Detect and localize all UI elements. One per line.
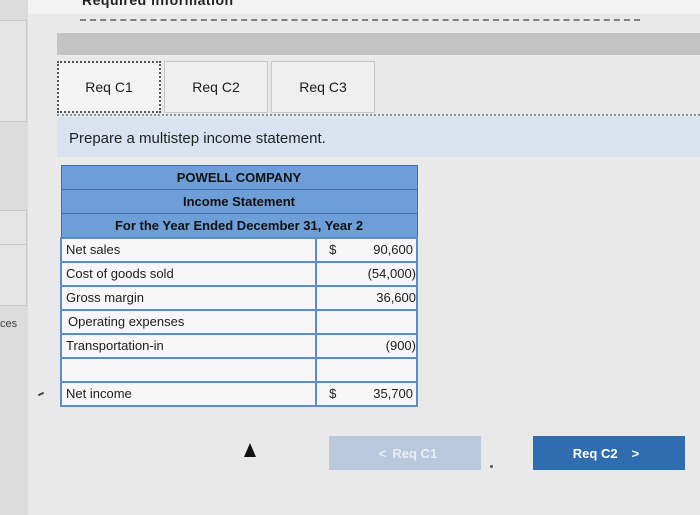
row-label-input[interactable]: Gross margin [59, 284, 318, 311]
prev-req-button[interactable]: < Req C1 [329, 436, 481, 470]
header-divider [80, 19, 640, 21]
row-amount-input[interactable]: (900) [315, 332, 418, 359]
row-amount-input[interactable]: $35,700 [315, 380, 418, 407]
top-strip: Required information [0, 0, 700, 14]
prev-req-label: Req C1 [392, 445, 438, 461]
rail-panel[interactable] [0, 244, 27, 306]
header-title: Required information [82, 0, 234, 8]
chevron-right-icon: > [631, 445, 640, 461]
row-amount-input[interactable] [315, 356, 418, 383]
table-row: Gross margin 36,600 [59, 284, 418, 311]
gray-band [57, 33, 700, 55]
row-label-input[interactable] [59, 356, 318, 383]
left-rail: 4 ces [0, 0, 28, 515]
table-row [59, 356, 418, 383]
row-label-input[interactable]: Operating expenses [59, 308, 318, 335]
tab-req-c3[interactable]: Req C3 [271, 61, 375, 113]
currency-symbol: $ [329, 242, 337, 257]
row-amount-input[interactable] [315, 308, 418, 335]
rail-panel[interactable] [0, 210, 27, 246]
row-label-input[interactable]: Transportation-in [59, 332, 318, 359]
row-amount-input[interactable]: $90,600 [315, 236, 418, 263]
next-req-button[interactable]: Req C2 > [533, 436, 685, 470]
row-label-input[interactable]: Net income [59, 380, 318, 407]
table-row: Operating expenses [59, 308, 418, 335]
tab-bar: Req C1 Req C2 Req C3 [57, 61, 700, 116]
table-row: Cost of goods sold (54,000) [59, 260, 418, 287]
table-row: Net sales $90,600 [59, 236, 418, 263]
row-label-input[interactable]: Cost of goods sold [59, 260, 318, 287]
row-amount-input[interactable]: (54,000) [315, 260, 418, 287]
amount-value: 90,600 [373, 242, 413, 257]
rail-panel[interactable] [0, 20, 27, 122]
amount-value: 35,700 [373, 386, 413, 401]
income-statement-table: POWELL COMPANY Income Statement For the … [59, 165, 418, 407]
tab-underline [57, 114, 700, 116]
rail-label: ces [0, 318, 18, 330]
row-amount-input[interactable]: 36,600 [315, 284, 418, 311]
row-label-input[interactable]: Net sales [59, 236, 318, 263]
table-row: Transportation-in (900) [59, 332, 418, 359]
decorative-dot [490, 465, 493, 468]
tab-req-c1[interactable]: Req C1 [57, 61, 161, 113]
decorative-mark [37, 391, 45, 397]
next-req-label: Req C2 [572, 445, 618, 461]
mouse-cursor-icon [244, 443, 256, 457]
tab-req-c2[interactable]: Req C2 [164, 61, 268, 113]
instruction-text: Prepare a multistep income statement. [69, 130, 326, 147]
company-name: POWELL COMPANY [60, 165, 418, 190]
currency-symbol: $ [329, 386, 337, 401]
statement-period: For the Year Ended December 31, Year 2 [60, 213, 418, 238]
chevron-left-icon: < [378, 445, 387, 461]
statement-title: Income Statement [60, 189, 418, 214]
table-row: Net income $35,700 [59, 380, 418, 407]
instruction-bar: Prepare a multistep income statement. [57, 117, 700, 157]
